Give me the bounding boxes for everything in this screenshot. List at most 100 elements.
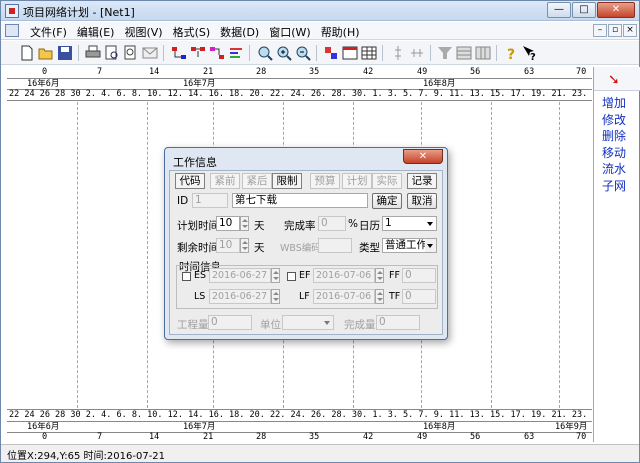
- dialog-close-button[interactable]: ✕: [403, 149, 443, 164]
- print-preview-icon[interactable]: [104, 45, 120, 61]
- calendar-icon[interactable]: [342, 45, 358, 61]
- svg-text:?: ?: [530, 52, 536, 61]
- ruler-tick-label: 21: [203, 67, 214, 77]
- plan-time-spinner[interactable]: [240, 216, 249, 231]
- tab-code[interactable]: 代码: [175, 173, 205, 189]
- mdi-minimize-button[interactable]: –: [593, 24, 607, 37]
- zoom-in-icon[interactable]: [276, 45, 292, 61]
- open-icon[interactable]: [38, 45, 54, 61]
- task-name-input[interactable]: 第七下载: [232, 193, 368, 208]
- save-icon[interactable]: [57, 45, 73, 61]
- mdi-restore-button[interactable]: ▫: [608, 24, 622, 37]
- unit-select: [282, 315, 334, 330]
- ruler-tick-label: 42: [363, 67, 374, 77]
- status-bar: 位置X:294,Y:65 时间:2016-07-21: [1, 444, 639, 462]
- es-date-input: 2016-06-27: [209, 268, 271, 283]
- ruler-tick-label: 35: [309, 67, 320, 77]
- remaining-time-unit: 天: [254, 242, 265, 254]
- network-icon[interactable]: [171, 45, 187, 61]
- completion-input: 0: [318, 216, 346, 231]
- menu-window[interactable]: 窗口(W): [264, 24, 315, 40]
- completion-label: 完成率: [284, 220, 316, 232]
- menu-view[interactable]: 视图(V): [119, 24, 167, 40]
- delete-button[interactable]: 删除: [602, 128, 626, 145]
- new-icon[interactable]: [19, 45, 35, 61]
- table-icon[interactable]: [456, 45, 472, 61]
- ruler-tick-label: 63: [524, 432, 535, 442]
- grid-icon[interactable]: [361, 45, 377, 61]
- type-select-value: 普通工作: [385, 239, 427, 251]
- maximize-button[interactable]: □: [572, 2, 596, 18]
- print-icon[interactable]: [85, 45, 101, 61]
- wbs-input: [318, 238, 352, 253]
- calendar-label: 日历: [359, 220, 380, 232]
- tab-actual: 实际: [372, 173, 402, 189]
- ruler-tick-label: 0: [42, 432, 48, 442]
- ruler-tick-label: 56: [470, 432, 481, 442]
- menu-help[interactable]: 帮助(H): [316, 24, 365, 40]
- menu-data[interactable]: 数据(D): [215, 24, 264, 40]
- remaining-time-label: 剩余时间: [177, 242, 219, 254]
- menu-format[interactable]: 格式(S): [168, 24, 216, 40]
- ruler-tick-label: 42: [363, 432, 374, 442]
- time-info-group: ES 2016-06-27 EF 2016-07-06 FF 0 LS 2016…: [176, 265, 438, 309]
- chevron-down-icon: [425, 217, 436, 230]
- menu-edit[interactable]: 编辑(E): [72, 24, 120, 40]
- ruler-tick-label: 7: [97, 432, 103, 442]
- ruler-tick-label: 35: [309, 432, 320, 442]
- menu-file[interactable]: 文件(F): [25, 24, 72, 40]
- ef-checkbox[interactable]: [287, 272, 296, 281]
- ef-spinner: [375, 268, 384, 283]
- context-help-icon[interactable]: ?: [522, 45, 538, 61]
- subnet-button[interactable]: 子网: [602, 178, 626, 195]
- email-icon[interactable]: [142, 45, 158, 61]
- ruler-tick-label: 14: [149, 432, 160, 442]
- ruler-day-row-bottom: 22 24 26 28 30 2. 4. 6. 8. 10. 12. 14. 1…: [7, 410, 592, 421]
- app-icon[interactable]: [5, 4, 19, 18]
- cancel-button[interactable]: 取消: [407, 193, 437, 209]
- ruler-day-row: 22 24 26 28 30 2. 4. 6. 8. 10. 12. 14. 1…: [7, 89, 592, 100]
- modify-button[interactable]: 修改: [602, 112, 626, 129]
- align-icon[interactable]: [228, 45, 244, 61]
- split-icon[interactable]: [390, 45, 406, 61]
- zoom-fit-icon[interactable]: [257, 45, 273, 61]
- add-button[interactable]: 增加: [602, 95, 626, 112]
- find-icon[interactable]: [123, 45, 139, 61]
- ruler-day-labels: 22 24 26 28 30 2. 4. 6. 8. 10. 12. 14. 1…: [9, 410, 592, 420]
- tab-record[interactable]: 记录: [407, 173, 437, 189]
- ff-input: 0: [402, 268, 436, 283]
- move-button[interactable]: 移动: [602, 145, 626, 162]
- filter-icon[interactable]: [437, 45, 453, 61]
- ruler-tick-label: 49: [417, 67, 428, 77]
- link-icon[interactable]: [190, 45, 206, 61]
- ef-date-input: 2016-07-06: [313, 268, 375, 283]
- document-icon[interactable]: [5, 24, 19, 37]
- es-checkbox[interactable]: [182, 272, 191, 281]
- menu-bar: 文件(F) 编辑(E) 视图(V) 格式(S) 数据(D) 窗口(W) 帮助(H…: [1, 22, 639, 40]
- ok-button[interactable]: 确定: [372, 193, 402, 209]
- svg-text:?: ?: [507, 47, 515, 61]
- tab-plan: 计划: [342, 173, 372, 189]
- help-icon[interactable]: ?: [503, 45, 519, 61]
- ruler-tick-label: 56: [470, 67, 481, 77]
- plan-time-unit: 天: [254, 220, 265, 232]
- table2-icon[interactable]: [475, 45, 491, 61]
- mdi-close-button[interactable]: ×: [623, 24, 637, 37]
- ls-label: LS: [194, 291, 206, 302]
- toolbar: ? ?: [1, 41, 639, 65]
- close-button[interactable]: ✕: [597, 2, 635, 18]
- es-spinner: [271, 268, 280, 283]
- calendar-select[interactable]: 1: [382, 216, 437, 231]
- flow-button[interactable]: 流水: [602, 161, 626, 178]
- color-icon[interactable]: [323, 45, 339, 61]
- plan-time-input[interactable]: 10: [216, 216, 240, 231]
- tab-constraint[interactable]: 限制: [272, 173, 302, 189]
- flow-icon[interactable]: [209, 45, 225, 61]
- type-select[interactable]: 普通工作: [382, 238, 437, 253]
- remaining-time-input: 10: [216, 238, 240, 253]
- timeline-ruler-top: 0 7 14 21 28 35 42 49 56 63 70 16年6月 16年…: [7, 67, 592, 101]
- merge-icon[interactable]: [409, 45, 425, 61]
- minimize-button[interactable]: —: [547, 2, 571, 18]
- zoom-out-icon[interactable]: [295, 45, 311, 61]
- ls-spinner: [271, 289, 280, 304]
